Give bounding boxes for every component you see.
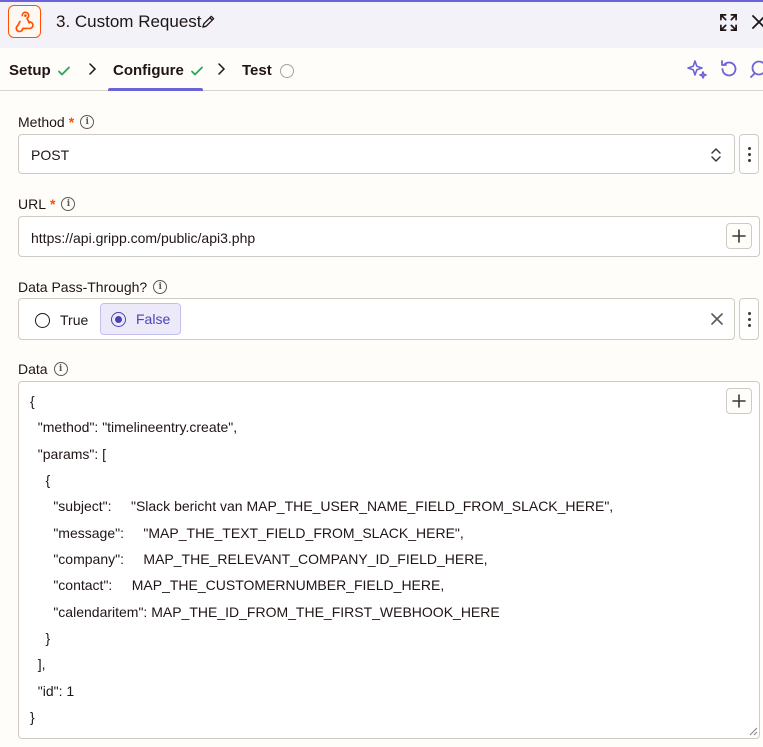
required-mark: * [68, 114, 75, 130]
info-icon[interactable]: i [80, 115, 95, 129]
radio-option-false[interactable]: False [100, 303, 182, 335]
code-line: { [30, 393, 35, 409]
check-icon [57, 66, 70, 75]
tab-test[interactable]: Test [242, 62, 294, 79]
code-line: "params": [ [30, 446, 107, 462]
step-header: 3. Custom Request [0, 2, 763, 48]
pass-through-label-text: Data Pass-Through? [18, 279, 148, 295]
ai-sparkle-icon[interactable] [686, 58, 708, 80]
pass-through-more-icon[interactable] [739, 298, 759, 340]
tab-configure-label: Configure [113, 62, 184, 79]
expand-icon[interactable] [719, 13, 738, 32]
url-input-value: https://api.gripp.com/public/api3.php [31, 230, 256, 246]
step-tabs: Setup Configure Test [0, 48, 763, 91]
data-label-text: Data [18, 361, 48, 377]
info-icon[interactable]: i [53, 362, 68, 376]
clear-icon[interactable] [711, 313, 723, 325]
code-line: "message": "MAP_THE_TEXT_FIELD_FROM_SLAC… [30, 525, 464, 541]
chevron-right-icon [89, 63, 97, 75]
resize-handle-icon[interactable] [748, 726, 758, 736]
code-line: ], [30, 656, 46, 672]
pass-through-radio-group: True False [18, 298, 735, 340]
info-icon[interactable]: i [61, 197, 76, 211]
tab-configure[interactable]: Configure [113, 62, 204, 79]
code-line: } [30, 630, 51, 646]
step-title: 3. Custom Request [56, 12, 202, 31]
radio-option-false-label: False [136, 311, 171, 327]
radio-circle [35, 312, 50, 328]
tab-setup[interactable]: Setup [9, 62, 71, 79]
required-mark: * [50, 196, 56, 212]
code-line: "calendaritem": MAP_THE_ID_FROM_THE_FIRS… [30, 604, 500, 620]
code-line: { [30, 472, 51, 488]
webhook-icon [8, 5, 41, 38]
method-select-value: POST [31, 147, 70, 163]
code-line: "subject": "Slack bericht van MAP_THE_US… [30, 498, 614, 514]
radio-option-true-label: True [60, 312, 89, 328]
method-select[interactable]: POST [18, 134, 735, 174]
select-chevrons-icon [711, 148, 721, 162]
tab-test-label: Test [242, 62, 272, 79]
code-line: } [30, 709, 35, 725]
code-line: "id": 1 [30, 683, 75, 699]
insert-data-plus-icon[interactable] [726, 223, 752, 249]
check-icon [190, 66, 203, 75]
tab-setup-label: Setup [9, 62, 51, 79]
method-more-icon[interactable] [739, 134, 759, 174]
close-icon[interactable] [752, 15, 763, 29]
url-input[interactable]: https://api.gripp.com/public/api3.php [18, 216, 760, 257]
radio-circle-selected [111, 311, 126, 327]
search-icon[interactable] [748, 58, 763, 80]
url-label: URL * i [18, 196, 76, 212]
insert-data-plus-icon[interactable] [726, 388, 752, 414]
pass-through-label: Data Pass-Through? i [18, 279, 168, 295]
chevron-right-icon [218, 63, 226, 75]
code-line: "contact": MAP_THE_CUSTOMERNUMBER_FIELD_… [30, 577, 445, 593]
edit-title-pencil-icon[interactable] [201, 14, 216, 29]
code-line: "company": MAP_THE_RELEVANT_COMPANY_ID_F… [30, 551, 488, 567]
pending-status-icon [279, 63, 294, 78]
active-tab-indicator [108, 88, 203, 91]
url-label-text: URL [18, 196, 47, 212]
radio-option-true[interactable]: True [35, 311, 88, 329]
refresh-icon[interactable] [718, 58, 740, 80]
data-label: Data i [18, 361, 68, 377]
method-label-text: Method [18, 114, 65, 130]
code-line: "method": "timelineentry.create", [30, 419, 238, 435]
info-icon[interactable]: i [153, 280, 168, 294]
method-label: Method * i [18, 114, 95, 130]
